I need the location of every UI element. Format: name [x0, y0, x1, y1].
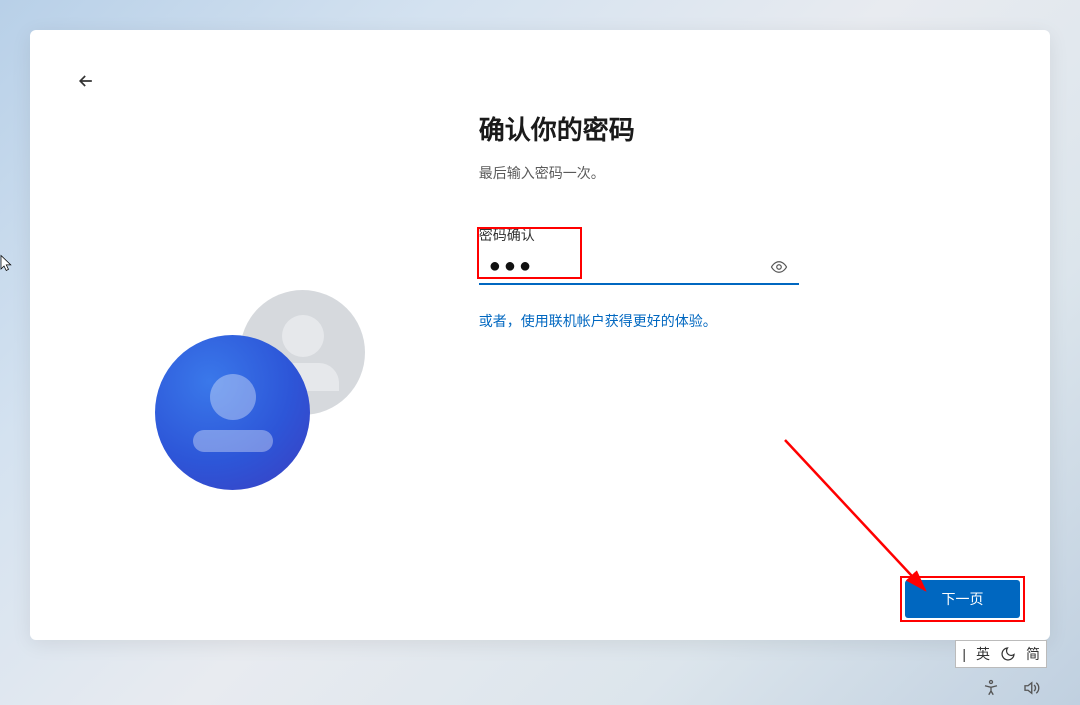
page-title: 确认你的密码: [479, 110, 990, 147]
eye-icon: [770, 258, 788, 276]
password-field-wrap: [479, 249, 799, 285]
password-label: 密码确认: [479, 225, 990, 245]
next-button[interactable]: 下一页: [905, 580, 1020, 618]
content-row: 确认你的密码 最后输入密码一次。 密码确认 或者，使用联机帐户获得更好的体验。: [30, 30, 1050, 640]
accessibility-icon[interactable]: [982, 679, 1000, 697]
left-illustration-pane: [30, 85, 479, 640]
page-subtitle: 最后输入密码一次。: [479, 163, 990, 183]
volume-icon[interactable]: [1022, 679, 1040, 697]
online-account-link[interactable]: 或者，使用联机帐户获得更好的体验。: [479, 313, 717, 329]
right-form-pane: 确认你的密码 最后输入密码一次。 密码确认 或者，使用联机帐户获得更好的体验。: [479, 85, 1050, 640]
avatar-primary-icon: [155, 335, 310, 490]
oobe-setup-card: 确认你的密码 最后输入密码一次。 密码确认 或者，使用联机帐户获得更好的体验。 …: [30, 30, 1050, 640]
ime-lang-simplified[interactable]: 简: [1026, 644, 1040, 664]
mouse-cursor-icon: [0, 254, 16, 277]
ime-language-bar[interactable]: | 英 简: [955, 640, 1047, 668]
reveal-password-button[interactable]: [765, 253, 793, 281]
ime-divider: |: [962, 646, 966, 662]
moon-icon[interactable]: [1000, 646, 1016, 662]
system-tray: [982, 679, 1040, 697]
ime-lang-english[interactable]: 英: [976, 644, 990, 664]
password-confirm-input[interactable]: [479, 249, 799, 285]
